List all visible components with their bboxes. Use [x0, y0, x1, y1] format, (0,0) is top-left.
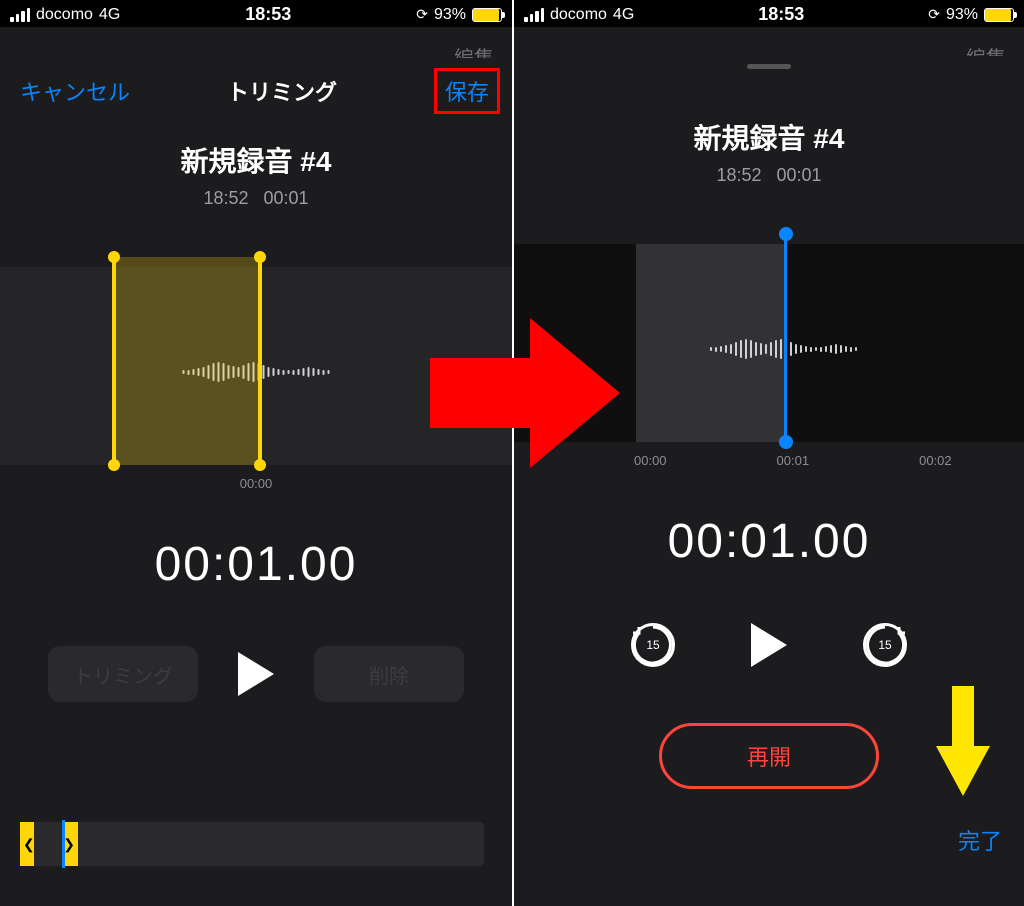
carrier-label: docomo [550, 6, 607, 24]
rotation-lock-icon: ⟳ [416, 6, 428, 23]
trim-handle[interactable] [108, 251, 120, 263]
status-time: 18:53 [758, 4, 804, 25]
status-bar: docomo 4G 18:53 ⟳ 93% [0, 0, 512, 27]
current-time-display: 00:01.00 [514, 514, 1024, 569]
trim-handle[interactable] [254, 251, 266, 263]
time-ruler: 00:00 [0, 476, 512, 491]
recording-subtitle: 18:52 00:01 [0, 188, 512, 209]
signal-icon [10, 8, 30, 22]
status-bar: docomo 4G 18:53 ⟳ 93% [514, 0, 1024, 27]
playhead[interactable] [784, 234, 787, 442]
resume-button[interactable]: 再開 [659, 723, 879, 789]
save-button[interactable]: 保存 [434, 68, 500, 114]
skip-back-15-icon[interactable]: 15 [631, 623, 675, 667]
network-label: 4G [99, 6, 120, 24]
battery-icon [472, 8, 502, 22]
battery-pct: 93% [946, 6, 978, 24]
delete-button-disabled: 削除 [314, 646, 464, 702]
done-button[interactable]: 完了 [958, 824, 1002, 856]
recording-title: 新規録音 #4 [514, 117, 1024, 157]
recording-duration: 00:01 [264, 188, 309, 208]
annotation-red-arrow-icon [430, 318, 620, 468]
trim-sheet: キャンセル トリミング 保存 新規録音 #4 18:52 00:01 00:00… [0, 58, 512, 906]
playback-controls: トリミング 削除 [0, 646, 512, 702]
status-time: 18:53 [245, 4, 291, 25]
mini-selection[interactable] [20, 822, 78, 866]
cancel-button[interactable]: キャンセル [20, 75, 130, 107]
rotation-lock-icon: ⟳ [928, 6, 940, 23]
mini-waveform-scrubber[interactable] [20, 822, 484, 866]
recording-title: 新規録音 #4 [0, 140, 512, 180]
recording-time: 18:52 [716, 165, 761, 185]
skip-forward-15-icon[interactable]: 15 [863, 623, 907, 667]
current-time-display: 00:01.00 [0, 537, 512, 592]
play-icon[interactable] [238, 652, 274, 696]
trim-selection[interactable] [112, 257, 262, 465]
network-label: 4G [613, 6, 634, 24]
carrier-label: docomo [36, 6, 93, 24]
playback-controls: 15 15 [514, 623, 1024, 667]
play-icon[interactable] [751, 623, 787, 667]
trim-button-disabled: トリミング [48, 646, 198, 702]
mini-playhead[interactable] [62, 820, 65, 868]
trim-handle[interactable] [254, 459, 266, 471]
recording-duration: 00:01 [777, 165, 822, 185]
sheet-title: トリミング [227, 75, 337, 107]
annotation-yellow-arrow-icon [936, 686, 990, 796]
recording-time: 18:52 [203, 188, 248, 208]
battery-pct: 93% [434, 6, 466, 24]
recording-subtitle: 18:52 00:01 [514, 165, 1024, 186]
battery-icon [984, 8, 1014, 22]
trim-handle[interactable] [108, 459, 120, 471]
sheet-grabber[interactable] [747, 64, 791, 69]
signal-icon [524, 8, 544, 22]
